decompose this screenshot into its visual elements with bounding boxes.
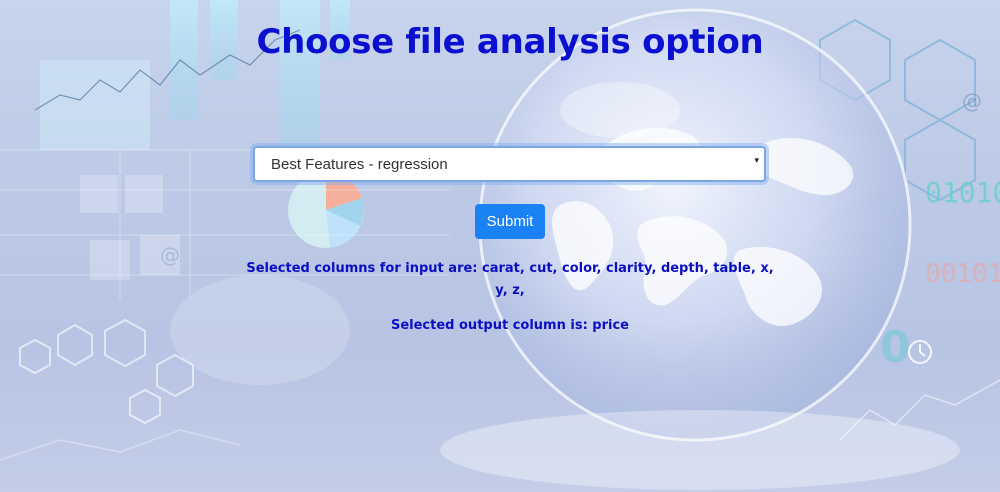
page-title: Choose file analysis option bbox=[256, 22, 764, 62]
submit-button[interactable]: Submit bbox=[475, 204, 545, 239]
selected-output-column-text: Selected output column is: price bbox=[390, 318, 629, 333]
chevron-down-icon: ▾ bbox=[754, 156, 759, 166]
analysis-option-selected-value: Best Features - regression bbox=[271, 156, 448, 173]
analysis-option-select[interactable]: Best Features - regression ▾ bbox=[253, 146, 766, 182]
analysis-form: Choose file analysis option Best Feature… bbox=[0, 0, 1000, 492]
selected-input-columns-text: Selected columns for input are: carat, c… bbox=[246, 261, 774, 298]
